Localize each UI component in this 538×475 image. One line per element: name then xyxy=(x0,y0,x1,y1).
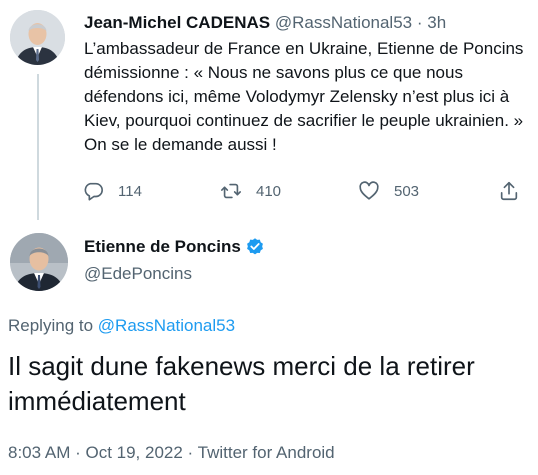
like-count: 503 xyxy=(394,182,420,200)
header-separator: · xyxy=(416,13,423,32)
parent-author-name[interactable]: Jean-Michel CADENAS xyxy=(84,13,270,32)
share-button[interactable] xyxy=(498,178,520,204)
parent-author-handle[interactable]: @RassNational53 xyxy=(275,13,412,32)
parent-time-ago[interactable]: 3h xyxy=(427,13,446,32)
like-icon xyxy=(359,181,379,200)
retweet-count: 410 xyxy=(256,182,282,200)
main-author-name-row: Etienne de Poncins xyxy=(84,236,265,258)
main-author-name[interactable]: Etienne de Poncins xyxy=(84,236,241,258)
main-author-avatar[interactable] xyxy=(10,233,68,291)
retweet-icon xyxy=(221,183,241,199)
thread-connector-line xyxy=(37,74,39,220)
replying-to-line: Replying to @RassNational53 xyxy=(8,315,235,337)
main-tweet-text: Il sagit dune fakenews merci de la retir… xyxy=(8,351,475,416)
tweet-meta-timestamp[interactable]: 8:03 AM · Oct 19, 2022 · Twitter for And… xyxy=(8,442,335,464)
parent-tweet-text: L’ambassadeur de France en Ukraine, Etie… xyxy=(84,39,524,154)
main-author-handle[interactable]: @EdePoncins xyxy=(84,263,192,285)
reply-count: 114 xyxy=(118,182,142,200)
verified-badge-icon xyxy=(246,238,263,255)
replying-to-link[interactable]: @RassNational53 xyxy=(98,316,235,335)
retweet-button[interactable]: 410 xyxy=(220,178,281,204)
parent-author-avatar[interactable] xyxy=(10,10,65,65)
parent-tweet-header: Jean-Michel CADENAS @RassNational53 · 3h xyxy=(84,12,446,34)
like-button[interactable]: 503 xyxy=(358,178,419,204)
reply-icon xyxy=(84,182,103,201)
share-icon xyxy=(500,181,518,201)
replying-to-prefix: Replying to xyxy=(8,316,94,335)
reply-button[interactable]: 114 xyxy=(82,178,142,204)
